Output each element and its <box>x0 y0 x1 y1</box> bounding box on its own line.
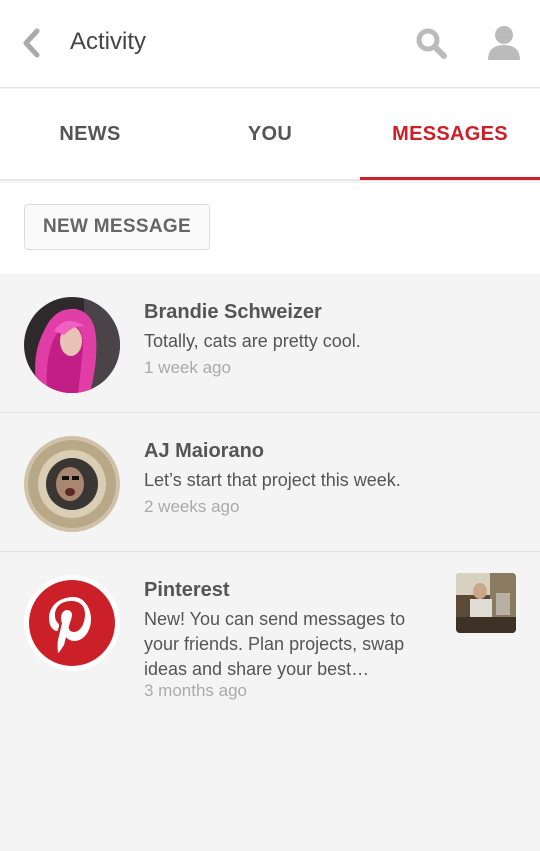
chevron-left-icon[interactable] <box>18 26 48 60</box>
top-bar: Activity <box>0 0 540 88</box>
sender-name: AJ Maiorano <box>144 440 265 462</box>
timestamp: 2 weeks ago <box>144 497 240 516</box>
pinterest-logo-icon <box>24 575 120 671</box>
tab-news[interactable]: NEWS <box>0 89 180 181</box>
sender-name: Pinterest <box>144 579 230 601</box>
page-title: Activity <box>70 28 147 55</box>
message-preview: New! You can send messages to your frien… <box>144 609 406 679</box>
tab-messages[interactable]: MESSAGES <box>360 89 540 180</box>
pin-thumbnail[interactable] <box>456 573 516 633</box>
message-preview: Let’s start that project this week. <box>144 470 401 490</box>
new-message-button[interactable]: NEW MESSAGE <box>24 204 210 250</box>
tab-bar: NEWS YOU MESSAGES <box>0 89 540 181</box>
timestamp: 3 months ago <box>144 681 248 700</box>
conversation-item[interactable]: AJ Maiorano Let’s start that project thi… <box>0 413 540 552</box>
message-preview: Totally, cats are pretty cool. <box>144 331 361 351</box>
search-icon[interactable] <box>414 26 448 60</box>
avatar <box>24 436 120 532</box>
new-message-bar: NEW MESSAGE <box>0 183 540 274</box>
conversation-item[interactable]: Brandie Schweizer Totally, cats are pret… <box>0 274 540 413</box>
user-icon[interactable] <box>486 24 522 62</box>
avatar <box>24 297 120 393</box>
conversation-list: Brandie Schweizer Totally, cats are pret… <box>0 274 540 851</box>
conversation-item[interactable]: Pinterest New! You can send messages to … <box>0 552 540 712</box>
tab-you[interactable]: YOU <box>180 89 360 181</box>
sender-name: Brandie Schweizer <box>144 301 322 323</box>
timestamp: 1 week ago <box>144 358 231 377</box>
